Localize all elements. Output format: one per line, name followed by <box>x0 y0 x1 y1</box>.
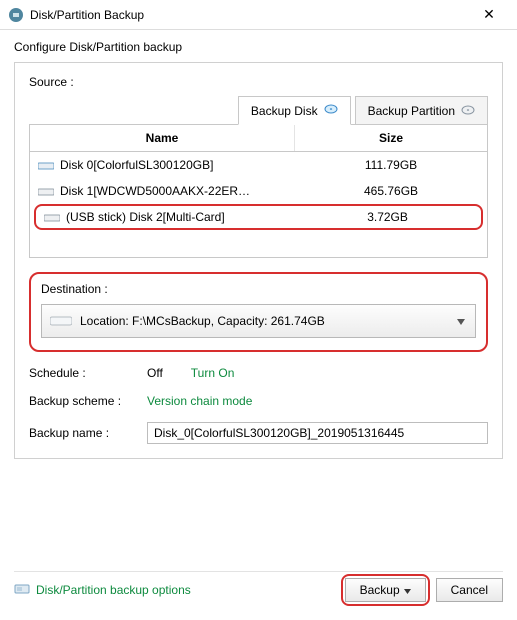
disk-size: 3.72GB <box>294 210 481 224</box>
schedule-turn-on-link[interactable]: Turn On <box>191 366 235 380</box>
backup-options-label: Disk/Partition backup options <box>36 583 191 597</box>
titlebar: Disk/Partition Backup ✕ <box>0 0 517 30</box>
cancel-button[interactable]: Cancel <box>436 578 503 602</box>
cancel-button-label: Cancel <box>451 583 488 597</box>
backup-options-link[interactable]: Disk/Partition backup options <box>14 581 191 600</box>
backup-name-input[interactable] <box>147 422 488 444</box>
backup-button-label: Backup <box>360 583 400 597</box>
tab-backup-disk[interactable]: Backup Disk <box>238 96 351 125</box>
destination-dropdown[interactable]: Location: F:\MCsBackup, Capacity: 261.74… <box>41 304 476 338</box>
partition-icon <box>461 103 475 120</box>
scheme-value-link[interactable]: Version chain mode <box>147 394 252 408</box>
source-tabs: Backup Disk Backup Partition <box>29 95 488 124</box>
disk-icon <box>324 102 338 119</box>
source-label: Source : <box>29 75 488 89</box>
chevron-down-icon <box>457 314 465 328</box>
disk-row-highlighted[interactable]: (USB stick) Disk 2[Multi-Card] 3.72GB <box>34 204 483 230</box>
disk-size: 111.79GB <box>295 158 487 172</box>
backup-name-row: Backup name : <box>29 422 488 444</box>
page-subtitle: Configure Disk/Partition backup <box>0 30 517 62</box>
disk-row[interactable]: Disk 0[ColorfulSL300120GB] 111.79GB <box>30 152 487 178</box>
drive-icon <box>50 314 72 328</box>
drive-icon <box>38 186 54 196</box>
disk-size: 465.76GB <box>295 184 487 198</box>
scheme-row: Backup scheme : Version chain mode <box>29 394 488 408</box>
tab-backup-partition[interactable]: Backup Partition <box>355 96 488 125</box>
disk-list-header: Name Size <box>30 125 487 152</box>
schedule-row: Schedule : Off Turn On <box>29 366 488 380</box>
chevron-down-icon <box>404 583 411 597</box>
destination-value: Location: F:\MCsBackup, Capacity: 261.74… <box>80 314 325 328</box>
destination-label: Destination : <box>41 282 476 296</box>
disk-name: Disk 1[WDCWD5000AAKX-22ER… <box>60 184 250 198</box>
disk-name: (USB stick) Disk 2[Multi-Card] <box>66 210 225 224</box>
destination-section: Destination : Location: F:\MCsBackup, Ca… <box>29 272 488 352</box>
drive-icon <box>44 212 60 222</box>
disk-name: Disk 0[ColorfulSL300120GB] <box>60 158 213 172</box>
close-icon: ✕ <box>483 6 495 23</box>
backup-name-label: Backup name : <box>29 426 139 440</box>
footer: Disk/Partition backup options Backup Can… <box>14 574 503 606</box>
schedule-label: Schedule : <box>29 366 139 380</box>
window-title: Disk/Partition Backup <box>30 8 469 22</box>
drive-icon <box>38 160 54 170</box>
col-size[interactable]: Size <box>295 125 487 151</box>
schedule-status: Off <box>147 366 163 380</box>
backup-button[interactable]: Backup <box>345 578 426 602</box>
options-icon <box>14 581 30 600</box>
close-button[interactable]: ✕ <box>469 1 509 29</box>
footer-divider <box>14 571 503 572</box>
disk-list: Name Size Disk 0[ColorfulSL300120GB] 111… <box>29 124 488 258</box>
main-panel: Source : Backup Disk Backup Partition Na… <box>14 62 503 459</box>
tab-backup-partition-label: Backup Partition <box>368 104 455 118</box>
backup-button-highlight: Backup <box>341 574 430 606</box>
scheme-label: Backup scheme : <box>29 394 139 408</box>
col-name[interactable]: Name <box>30 125 295 151</box>
tab-backup-disk-label: Backup Disk <box>251 104 318 118</box>
app-icon <box>8 7 24 23</box>
disk-row[interactable]: Disk 1[WDCWD5000AAKX-22ER… 465.76GB <box>30 178 487 204</box>
